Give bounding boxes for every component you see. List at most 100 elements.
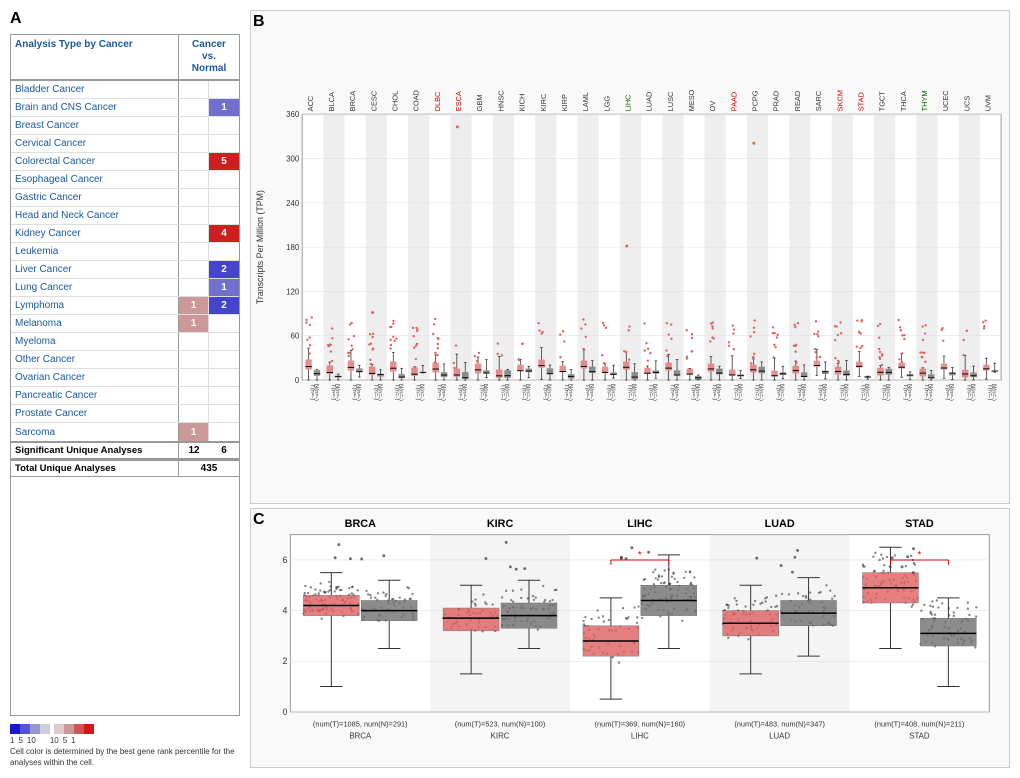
svg-text:DLBC: DLBC	[433, 91, 442, 111]
svg-text:N(n=-): N(n=-)	[736, 384, 742, 401]
svg-text:LUAD: LUAD	[765, 518, 795, 530]
svg-text:N(n=-): N(n=-)	[927, 384, 933, 401]
cnv-pair	[179, 171, 239, 188]
chart-c-svg: 0246BRCA(num(T)=1085, num(N)=291)BRCAKIR…	[251, 509, 1009, 767]
svg-text:N(n=-): N(n=-)	[482, 384, 488, 401]
svg-text:LGG: LGG	[602, 95, 611, 111]
footer-row-1: Significant Unique Analyses 12 6	[11, 441, 239, 459]
cell-val-2	[209, 351, 239, 368]
table-header: Analysis Type by Cancer Cancer vs. Norma…	[11, 35, 239, 81]
svg-text:N(n=-): N(n=-)	[419, 384, 425, 401]
legend-caption: Cell color is determined by the best gen…	[10, 747, 240, 768]
svg-text:N(n=-): N(n=-)	[694, 384, 700, 401]
svg-text:N(n=-): N(n=-)	[715, 384, 721, 401]
cell-val-2	[209, 333, 239, 350]
svg-text:KIRC: KIRC	[491, 731, 510, 740]
svg-text:N(n=-): N(n=-)	[313, 384, 319, 401]
svg-text:N(n=-): N(n=-)	[525, 384, 531, 401]
svg-text:COAD: COAD	[412, 90, 421, 111]
cell-val-1	[179, 171, 209, 188]
svg-text:N(n=-): N(n=-)	[779, 384, 785, 401]
cell-val-1	[179, 405, 209, 422]
svg-text:360: 360	[286, 110, 300, 119]
panel-a: A Analysis Type by Cancer Cancer vs. Nor…	[10, 10, 240, 768]
svg-text:LUAD: LUAD	[769, 731, 790, 740]
svg-text:N(n=-): N(n=-)	[546, 384, 552, 401]
svg-text:N(n=-): N(n=-)	[440, 384, 446, 401]
svg-text:PRAD: PRAD	[772, 91, 781, 111]
legend-box-red3	[74, 724, 84, 734]
cell-cancer-name: Leukemia	[11, 243, 179, 260]
cnv-pair	[179, 243, 239, 260]
legend-label-b5: 5	[18, 736, 22, 745]
svg-text:STAD: STAD	[905, 518, 934, 530]
table-rows: Bladder CancerBrain and CNS Cancer1Breas…	[11, 81, 239, 441]
cell-cancer-name: Ovarian Cancer	[11, 369, 179, 386]
svg-text:LIHC: LIHC	[623, 94, 632, 111]
cnv-pair	[179, 387, 239, 404]
svg-text:UCS: UCS	[962, 96, 971, 112]
cell-val-2	[209, 387, 239, 404]
table-row: Liver Cancer2	[11, 261, 239, 279]
svg-text:LUSC: LUSC	[666, 91, 675, 111]
svg-text:N(n=-): N(n=-)	[503, 384, 509, 401]
svg-text:MESO: MESO	[687, 89, 696, 111]
cell-val-1	[179, 99, 209, 116]
svg-text:LUAD: LUAD	[645, 92, 654, 112]
table-row: Brain and CNS Cancer1	[11, 99, 239, 117]
panel-c: C 0246BRCA(num(T)=1085, num(N)=291)BRCAK…	[250, 508, 1010, 768]
cnv-pair: 1	[179, 423, 239, 441]
svg-text:BRCA: BRCA	[349, 731, 372, 740]
cell-val-1	[179, 81, 209, 98]
cell-cancer-name: Breast Cancer	[11, 117, 179, 134]
svg-text:240: 240	[286, 199, 300, 208]
svg-text:BLCA: BLCA	[327, 92, 336, 111]
legend-label-b1: 1	[10, 736, 14, 745]
svg-text:KIRC: KIRC	[487, 518, 514, 530]
cell-val-2	[209, 81, 239, 98]
cnv-pair: 2	[179, 261, 239, 278]
table-row: Esophageal Cancer	[11, 171, 239, 189]
panel-a-label: A	[10, 10, 240, 28]
cnv-pair	[179, 405, 239, 422]
cell-cancer-name: Melanoma	[11, 315, 179, 332]
table-row: Lymphoma12	[11, 297, 239, 315]
cell-val-1	[179, 117, 209, 134]
table-row: Leukemia	[11, 243, 239, 261]
cell-val-2	[209, 135, 239, 152]
table-row: Pancreatic Cancer	[11, 387, 239, 405]
cell-val-2: 2	[209, 261, 239, 278]
svg-text:N(n=-): N(n=-)	[588, 384, 594, 401]
svg-text:SKCM: SKCM	[835, 90, 844, 111]
cnv-pair: 4	[179, 225, 239, 242]
cnv-pair	[179, 81, 239, 98]
footer-row-2: Total Unique Analyses 435	[11, 459, 239, 477]
legend-label-r10: 10	[50, 736, 59, 745]
cell-val-2	[209, 315, 239, 332]
header-cnv-line1: Cancer	[192, 39, 226, 50]
table-row: Lung Cancer1	[11, 279, 239, 297]
table-row: Head and Neck Cancer	[11, 207, 239, 225]
legend-box-blue2	[30, 724, 40, 734]
footer-1-vals: 12 6	[179, 443, 239, 458]
cnv-pair	[179, 117, 239, 134]
cnv-pair: 1	[179, 279, 239, 296]
svg-text:KICH: KICH	[518, 94, 527, 112]
cell-val-2: 4	[209, 225, 239, 242]
svg-text:(num(T)=369, num(N)=160): (num(T)=369, num(N)=160)	[595, 720, 686, 729]
cell-val-1	[179, 279, 209, 296]
legend-box-blue3	[20, 724, 30, 734]
svg-text:HNSC: HNSC	[496, 90, 505, 112]
cell-val-2	[209, 207, 239, 224]
panel-right: B 360300240180120600ACCBLCABRCACESCCHOLC…	[250, 10, 1010, 768]
legend-boxes	[10, 724, 240, 734]
svg-text:6: 6	[283, 555, 288, 565]
svg-text:KIRP: KIRP	[560, 94, 569, 111]
cell-cancer-name: Gastric Cancer	[11, 189, 179, 206]
footer-2-val: 435	[179, 461, 239, 476]
cell-val-1: 1	[179, 297, 209, 314]
svg-text:CESC: CESC	[369, 90, 378, 111]
table-row: Myeloma	[11, 333, 239, 351]
svg-text:N(n=-): N(n=-)	[355, 384, 361, 401]
cell-cancer-name: Colorectal Cancer	[11, 153, 179, 170]
